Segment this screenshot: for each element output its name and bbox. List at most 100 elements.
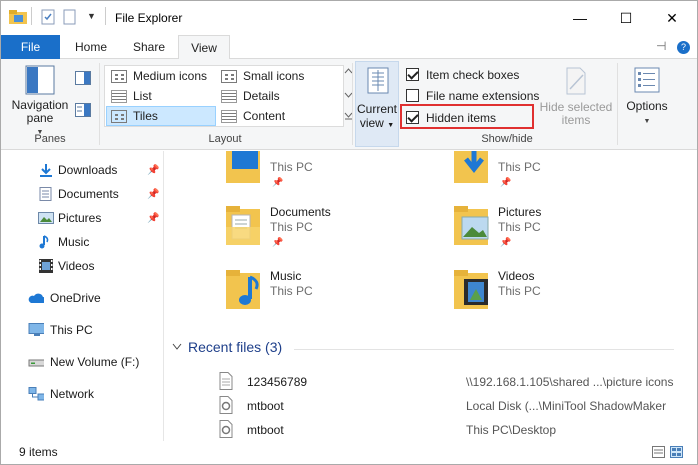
sidebar-item-new-volume[interactable]: New Volume (F:) <box>1 351 163 373</box>
group-separator <box>617 63 618 145</box>
hide-selected-items-icon <box>566 67 586 95</box>
tab-file[interactable]: File <box>1 35 60 59</box>
item-check-boxes-checkbox[interactable] <box>406 68 419 81</box>
text-file-icon <box>219 372 233 390</box>
layout-medium-icons[interactable]: Medium icons <box>107 66 217 86</box>
small-icons-icon <box>221 69 237 83</box>
tile-name: Documents <box>270 205 331 219</box>
tiles-icon <box>111 109 127 123</box>
sidebar-item-pictures[interactable]: Pictures 📌 <box>1 207 163 229</box>
current-view-dropdown-icon: ▼ <box>387 122 395 129</box>
sidebar-item-downloads[interactable]: Downloads 📌 <box>1 159 163 181</box>
properties-icon[interactable] <box>41 9 56 25</box>
details-icon <box>221 89 237 103</box>
hide-selected-items-label-2: items <box>561 113 591 127</box>
sidebar-item-onedrive[interactable]: OneDrive <box>1 287 163 309</box>
recent-files-title: Recent files (3) <box>188 339 283 355</box>
pin-ribbon-icon[interactable]: ⊣ <box>656 39 666 53</box>
current-view-label-1: Current <box>356 102 397 116</box>
navigation-pane: Downloads 📌 Documents 📌 Pictures 📌 Music… <box>1 151 163 441</box>
tile-name: Pictures <box>498 205 542 219</box>
layout-small-icons[interactable]: Small icons <box>217 66 337 86</box>
hide-selected-items-button[interactable]: Hide selected items <box>539 67 613 127</box>
pin-icon[interactable]: 📌 <box>147 213 159 224</box>
sidebar-item-documents[interactable]: Documents 📌 <box>1 183 163 205</box>
tile-name: Videos <box>498 269 535 283</box>
panes-group-label: Panes <box>34 133 66 145</box>
sidebar-item-label: Documents <box>58 187 119 201</box>
sidebar-item-label: Pictures <box>58 211 102 225</box>
videos-icon <box>39 259 53 273</box>
maximize-button[interactable]: ☐ <box>603 1 649 35</box>
title-bar: ▼ File Explorer — ☐ ✕ <box>1 1 697 35</box>
music-folder-icon <box>226 270 260 309</box>
sidebar-item-network[interactable]: Network <box>1 383 163 405</box>
content-icon <box>221 109 237 123</box>
file-name-extensions-toggle[interactable]: File name extensions <box>406 86 539 105</box>
layout-content[interactable]: Content <box>217 106 337 126</box>
medium-icons-icon <box>111 69 127 83</box>
show-hide-group-label: Show/hide <box>481 133 533 145</box>
list-item[interactable]: 123456789 \\192.168.1.105\shared ...\pic… <box>214 371 684 393</box>
list-item[interactable]: mtboot Local Disk (...\MiniTool ShadowMa… <box>214 395 684 417</box>
layout-tiles[interactable]: Tiles <box>106 106 216 126</box>
sidebar-item-this-pc[interactable]: This PC <box>1 319 163 341</box>
item-check-boxes-toggle[interactable]: Item check boxes <box>406 65 519 84</box>
pin-icon: 📌 <box>500 177 512 187</box>
qat-dropdown-icon[interactable]: ▼ <box>87 11 96 21</box>
options-label: Options <box>626 99 668 113</box>
pin-icon[interactable]: 📌 <box>147 165 159 176</box>
pin-icon: 📌 <box>272 177 284 187</box>
tab-share[interactable]: Share <box>122 35 176 59</box>
drive-icon <box>28 359 44 367</box>
sidebar-item-music[interactable]: Music <box>1 231 163 253</box>
tab-view[interactable]: View <box>178 35 230 60</box>
close-button[interactable]: ✕ <box>649 1 695 35</box>
layout-group-label: Layout <box>208 133 242 145</box>
options-dropdown-icon: ▼ <box>643 118 651 125</box>
vertical-scrollbar[interactable] <box>684 151 697 441</box>
help-icon[interactable]: ? <box>677 41 690 54</box>
tile-location: This PC <box>270 284 313 298</box>
details-pane-icon[interactable] <box>75 103 91 117</box>
pin-icon: 📌 <box>272 237 284 247</box>
pin-icon: 📌 <box>500 237 512 247</box>
new-folder-icon[interactable] <box>63 9 77 25</box>
preview-pane-icon[interactable] <box>75 71 91 85</box>
layout-details[interactable]: Details <box>217 86 337 106</box>
file-name: 123456789 <box>247 375 308 389</box>
navigation-pane-button[interactable]: Navigation pane ▼ <box>9 65 71 139</box>
current-view-button[interactable]: Current view ▼ <box>355 61 399 147</box>
details-view-icon[interactable] <box>652 446 665 458</box>
section-divider <box>294 349 674 350</box>
layout-list-label: List <box>133 89 152 103</box>
desktop-folder-icon <box>226 151 260 183</box>
layout-list[interactable]: List <box>107 86 217 106</box>
list-icon <box>111 89 127 103</box>
ribbon-view: Navigation pane ▼ Panes Medium icons Sma… <box>1 59 697 150</box>
minimize-button[interactable]: — <box>557 1 603 35</box>
large-icons-view-icon[interactable] <box>670 446 683 458</box>
sidebar-item-label: Network <box>50 387 95 401</box>
tile-location: This PC <box>498 160 541 174</box>
pin-icon[interactable]: 📌 <box>147 189 159 200</box>
file-location: \\192.168.1.105\shared ...\picture icons <box>466 375 674 389</box>
layout-details-label: Details <box>243 89 280 103</box>
file-location: This PC\Desktop <box>466 423 557 437</box>
item-count: 9 items <box>19 445 58 459</box>
pictures-icon <box>38 212 54 224</box>
layout-content-label: Content <box>243 109 286 123</box>
sidebar-item-label: This PC <box>50 323 93 337</box>
options-button[interactable]: Options ▼ <box>621 67 673 128</box>
current-view-label-row: view ▼ <box>356 116 398 130</box>
network-icon <box>28 387 44 401</box>
sidebar-item-videos[interactable]: Videos <box>1 255 163 277</box>
file-name-extensions-checkbox[interactable] <box>406 89 419 102</box>
layout-small-icons-label: Small icons <box>243 69 305 83</box>
recent-files-header[interactable]: Recent files (3) <box>172 339 282 355</box>
tile-location: This PC <box>270 160 313 174</box>
tab-home[interactable]: Home <box>64 35 118 59</box>
current-view-label-2: view <box>359 116 384 130</box>
list-item[interactable]: mtboot This PC\Desktop <box>214 419 684 441</box>
sidebar-item-label: Videos <box>58 259 95 273</box>
